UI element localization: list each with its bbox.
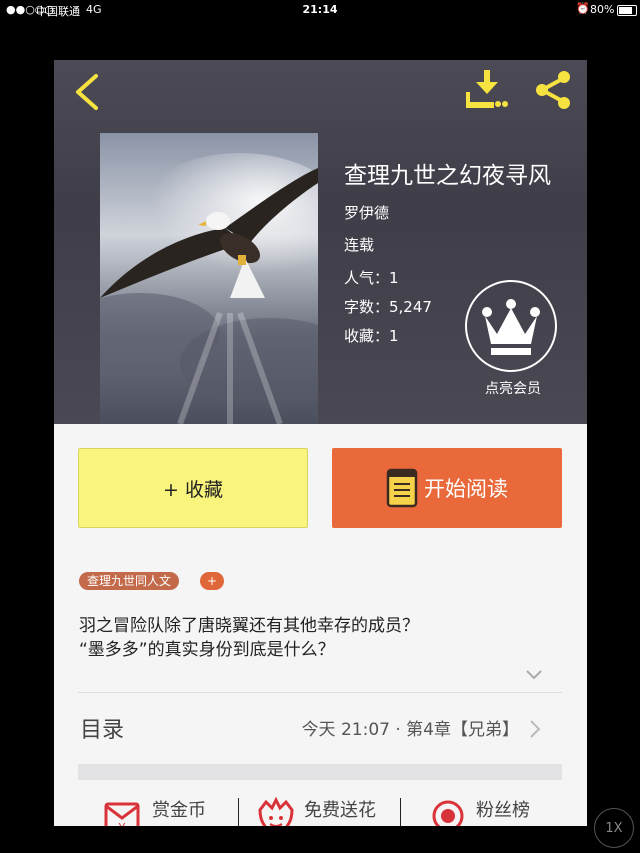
flower-icon[interactable] <box>254 796 298 826</box>
start-reading-label: 开始阅读 <box>424 477 508 501</box>
clock: 21:14 <box>302 3 338 16</box>
chevron-down-icon[interactable] <box>524 668 544 682</box>
book-icon <box>386 468 418 508</box>
battery-label: 80% <box>590 3 615 16</box>
book-status: 连载 <box>344 236 375 254</box>
book-popularity: 人气：1 <box>344 269 399 287</box>
book-word-count: 字数：5,247 <box>344 298 432 316</box>
vip-label[interactable]: 点亮会员 <box>468 378 558 398</box>
vip-button[interactable] <box>465 280 557 372</box>
description-line: “墨多多”的真实身份到底是什么？ <box>79 640 335 660</box>
free-flower-label: 免费送花 <box>304 800 376 821</box>
battery-icon <box>617 5 637 16</box>
book-description[interactable]: 羽之冒险队除了唐晓翼还有其他幸存的成员？ “墨多多”的真实身份到底是什么？ <box>79 614 559 662</box>
add-tag-button[interactable]: + <box>200 572 224 590</box>
book-favorites: 收藏：1 <box>344 327 399 345</box>
book-author[interactable]: 罗伊德 <box>344 202 389 223</box>
start-reading-button[interactable]: 开始阅读 <box>332 448 562 528</box>
latest-chapter[interactable]: 今天 21:07 · 第4章【兄弟】 <box>302 715 519 740</box>
book-header: 查理九世之幻夜寻风 罗伊德 连载 人气：1 字数：5,247 收藏：1 点亮会员 <box>54 60 587 424</box>
divider <box>238 798 239 826</box>
speed-button[interactable]: 1X <box>594 808 634 848</box>
divider <box>400 798 401 826</box>
download-icon[interactable] <box>464 68 510 112</box>
section-separator <box>78 764 562 780</box>
collect-button[interactable]: + 收藏 <box>78 448 308 528</box>
medal-icon[interactable] <box>426 796 470 826</box>
book-title: 查理九世之幻夜寻风 <box>344 163 551 189</box>
description-line: 羽之冒险队除了唐晓翼还有其他幸存的成员？ <box>79 616 419 636</box>
share-icon[interactable] <box>530 68 576 112</box>
book-cover[interactable] <box>100 133 318 424</box>
alarm-icon: ⏰ <box>576 2 590 15</box>
reward-coins-label: 赏金币 <box>152 800 206 821</box>
chevron-right-icon[interactable] <box>528 718 542 740</box>
toc-label[interactable]: 目录 <box>80 712 124 744</box>
back-icon[interactable] <box>70 72 106 112</box>
fan-ranking-label: 粉丝榜 <box>476 800 530 821</box>
category-tag[interactable]: 查理九世同人文 <box>79 572 180 590</box>
book-detail-screen: 查理九世之幻夜寻风 罗伊德 连载 人气：1 字数：5,247 收藏：1 点亮会员… <box>54 60 587 826</box>
status-bar: ●●○○○ 中国联通 4G 21:14 ⏰ 80% <box>0 0 640 20</box>
divider <box>78 692 562 693</box>
coin-envelope-icon[interactable]: ¥ <box>100 796 144 826</box>
crown-icon <box>482 299 540 355</box>
svg-text:¥: ¥ <box>118 821 126 826</box>
